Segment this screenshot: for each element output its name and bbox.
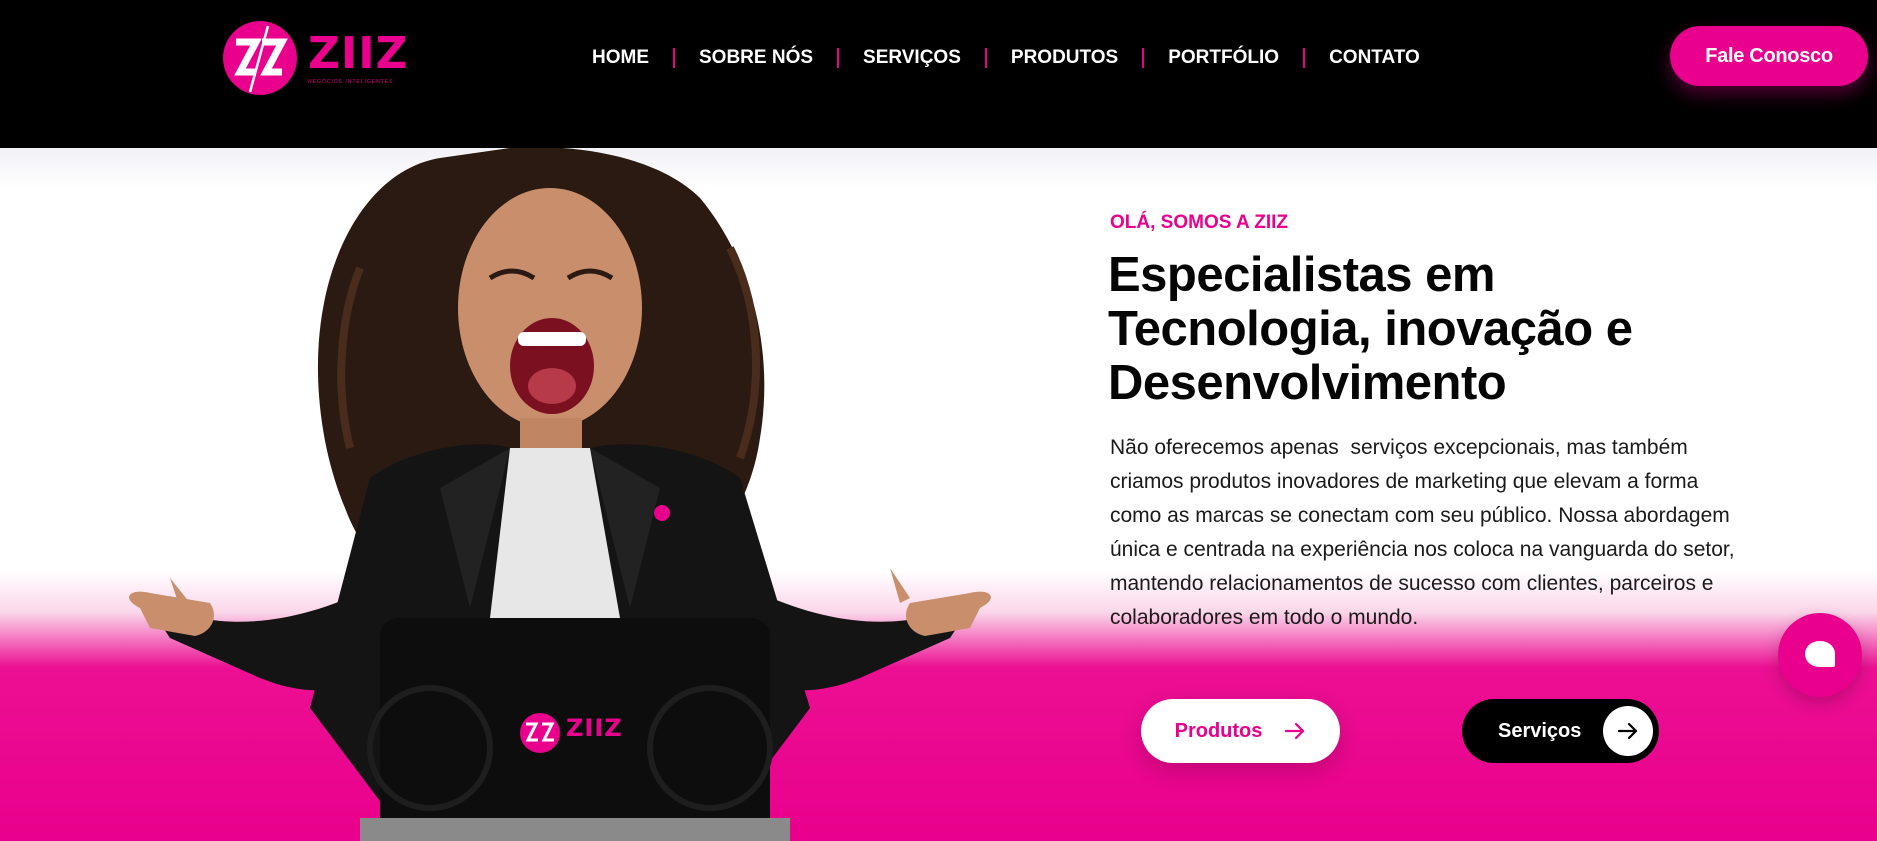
nav-portfolio[interactable]: PORTFÓLIO (1168, 47, 1279, 69)
chat-button[interactable] (1778, 613, 1862, 697)
servicos-button[interactable]: Serviços (1462, 699, 1659, 763)
site-header: ZIIZ NEGÓCIOS INTELIGENTES HOME SOBRE NÓ… (0, 0, 1877, 148)
servicos-arrow-circle (1603, 706, 1653, 756)
headline-line: Tecnologia, inovação e (1108, 302, 1633, 356)
nav-home[interactable]: HOME (592, 47, 649, 69)
description-line: colaboradores em todo o mundo. (1110, 606, 1419, 629)
nav-servicos[interactable]: SERVIÇOS (863, 47, 961, 69)
nav-divider (673, 48, 675, 68)
chat-bubble-icon (1805, 641, 1835, 667)
logo-tagline: NEGÓCIOS INTELIGENTES (308, 78, 394, 85)
hero-description: Não oferecemos apenas serviços excepcion… (1110, 431, 1810, 635)
nav-divider (837, 48, 840, 68)
hero-headline: Especialistas em Tecnologia, inovação e … (1108, 248, 1808, 410)
nav-divider (1303, 48, 1306, 68)
servicos-button-label: Serviços (1498, 719, 1582, 742)
logo-wordmark: ZIIZ (308, 27, 409, 79)
fale-conosco-button[interactable]: Fale Conosco (1670, 26, 1868, 86)
hero-section: ZIIZ OLÁ, SOMOS A ZIIZ Especialistas em … (0, 148, 1877, 841)
hero-woman-image (129, 148, 991, 841)
description-line: como as marcas se conectam com seu públi… (1110, 504, 1730, 527)
laptop-logo-text: ZIIZ (566, 714, 623, 742)
zz-logo-icon (223, 21, 297, 95)
description-line: Não oferecemos apenas serviços excepcion… (1110, 436, 1688, 459)
main-nav: HOME SOBRE NÓS SERVIÇOS PRODUTOS PORTFÓL… (592, 44, 1420, 72)
nav-divider (1142, 48, 1145, 68)
nav-divider (984, 48, 987, 68)
logo[interactable]: ZIIZ NEGÓCIOS INTELIGENTES (222, 20, 412, 96)
nav-produtos[interactable]: PRODUTOS (1011, 47, 1118, 69)
description-line: única e centrada na experiência nos colo… (1110, 538, 1735, 561)
description-line: mantendo relacionamentos de sucesso com … (1110, 572, 1714, 595)
headline-line: Especialistas em (1108, 248, 1495, 302)
arrow-right-icon (1617, 722, 1638, 740)
nav-sobre-nos[interactable]: SOBRE NÓS (699, 47, 813, 69)
produtos-button-label: Produtos (1174, 719, 1263, 742)
headline-line: Desenvolvimento (1108, 356, 1507, 410)
hero-eyebrow: OLÁ, SOMOS A ZIIZ (1110, 212, 1289, 233)
arrow-right-icon (1285, 722, 1305, 740)
nav-contato[interactable]: CONTATO (1329, 47, 1420, 69)
description-line: criamos produtos inovadores de marketing… (1110, 470, 1699, 493)
produtos-button[interactable]: Produtos (1141, 699, 1340, 763)
